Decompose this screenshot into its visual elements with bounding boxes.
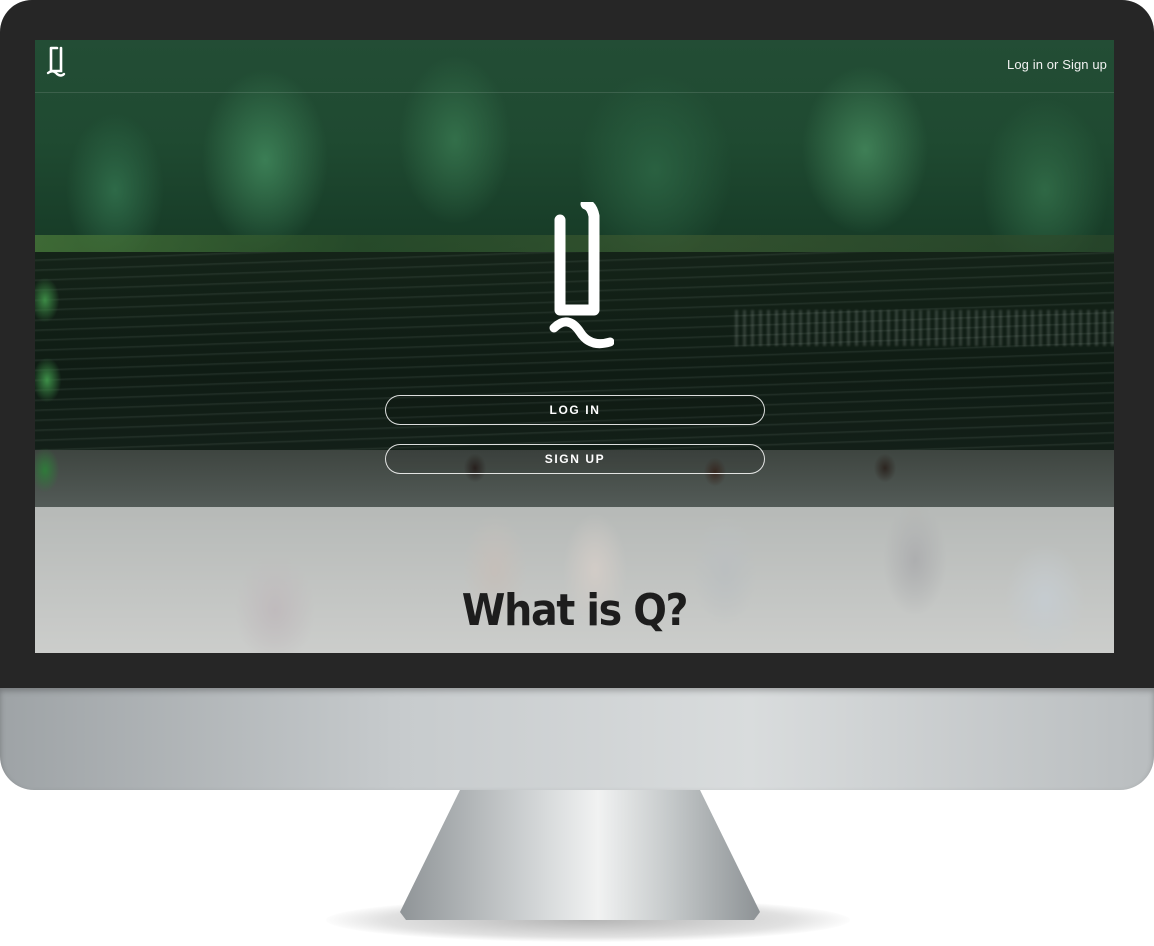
login-button-label: LOG IN [549, 403, 601, 417]
q-logo-icon[interactable] [45, 45, 67, 79]
login-signup-link[interactable]: Log in or Sign up [1007, 57, 1107, 72]
screen: Log in or Sign up LOG IN SIGN UP What is… [35, 40, 1114, 653]
monitor-stand [400, 790, 760, 920]
signup-button[interactable]: SIGN UP [385, 444, 765, 474]
background-lake-glint [735, 310, 1114, 346]
q-logo-icon [538, 198, 615, 354]
about-section-heading: What is Q? [461, 585, 689, 636]
signup-button-label: SIGN UP [544, 452, 606, 466]
login-button[interactable]: LOG IN [385, 395, 765, 425]
header-divider [35, 92, 1114, 93]
monitor-chin [0, 688, 1154, 790]
